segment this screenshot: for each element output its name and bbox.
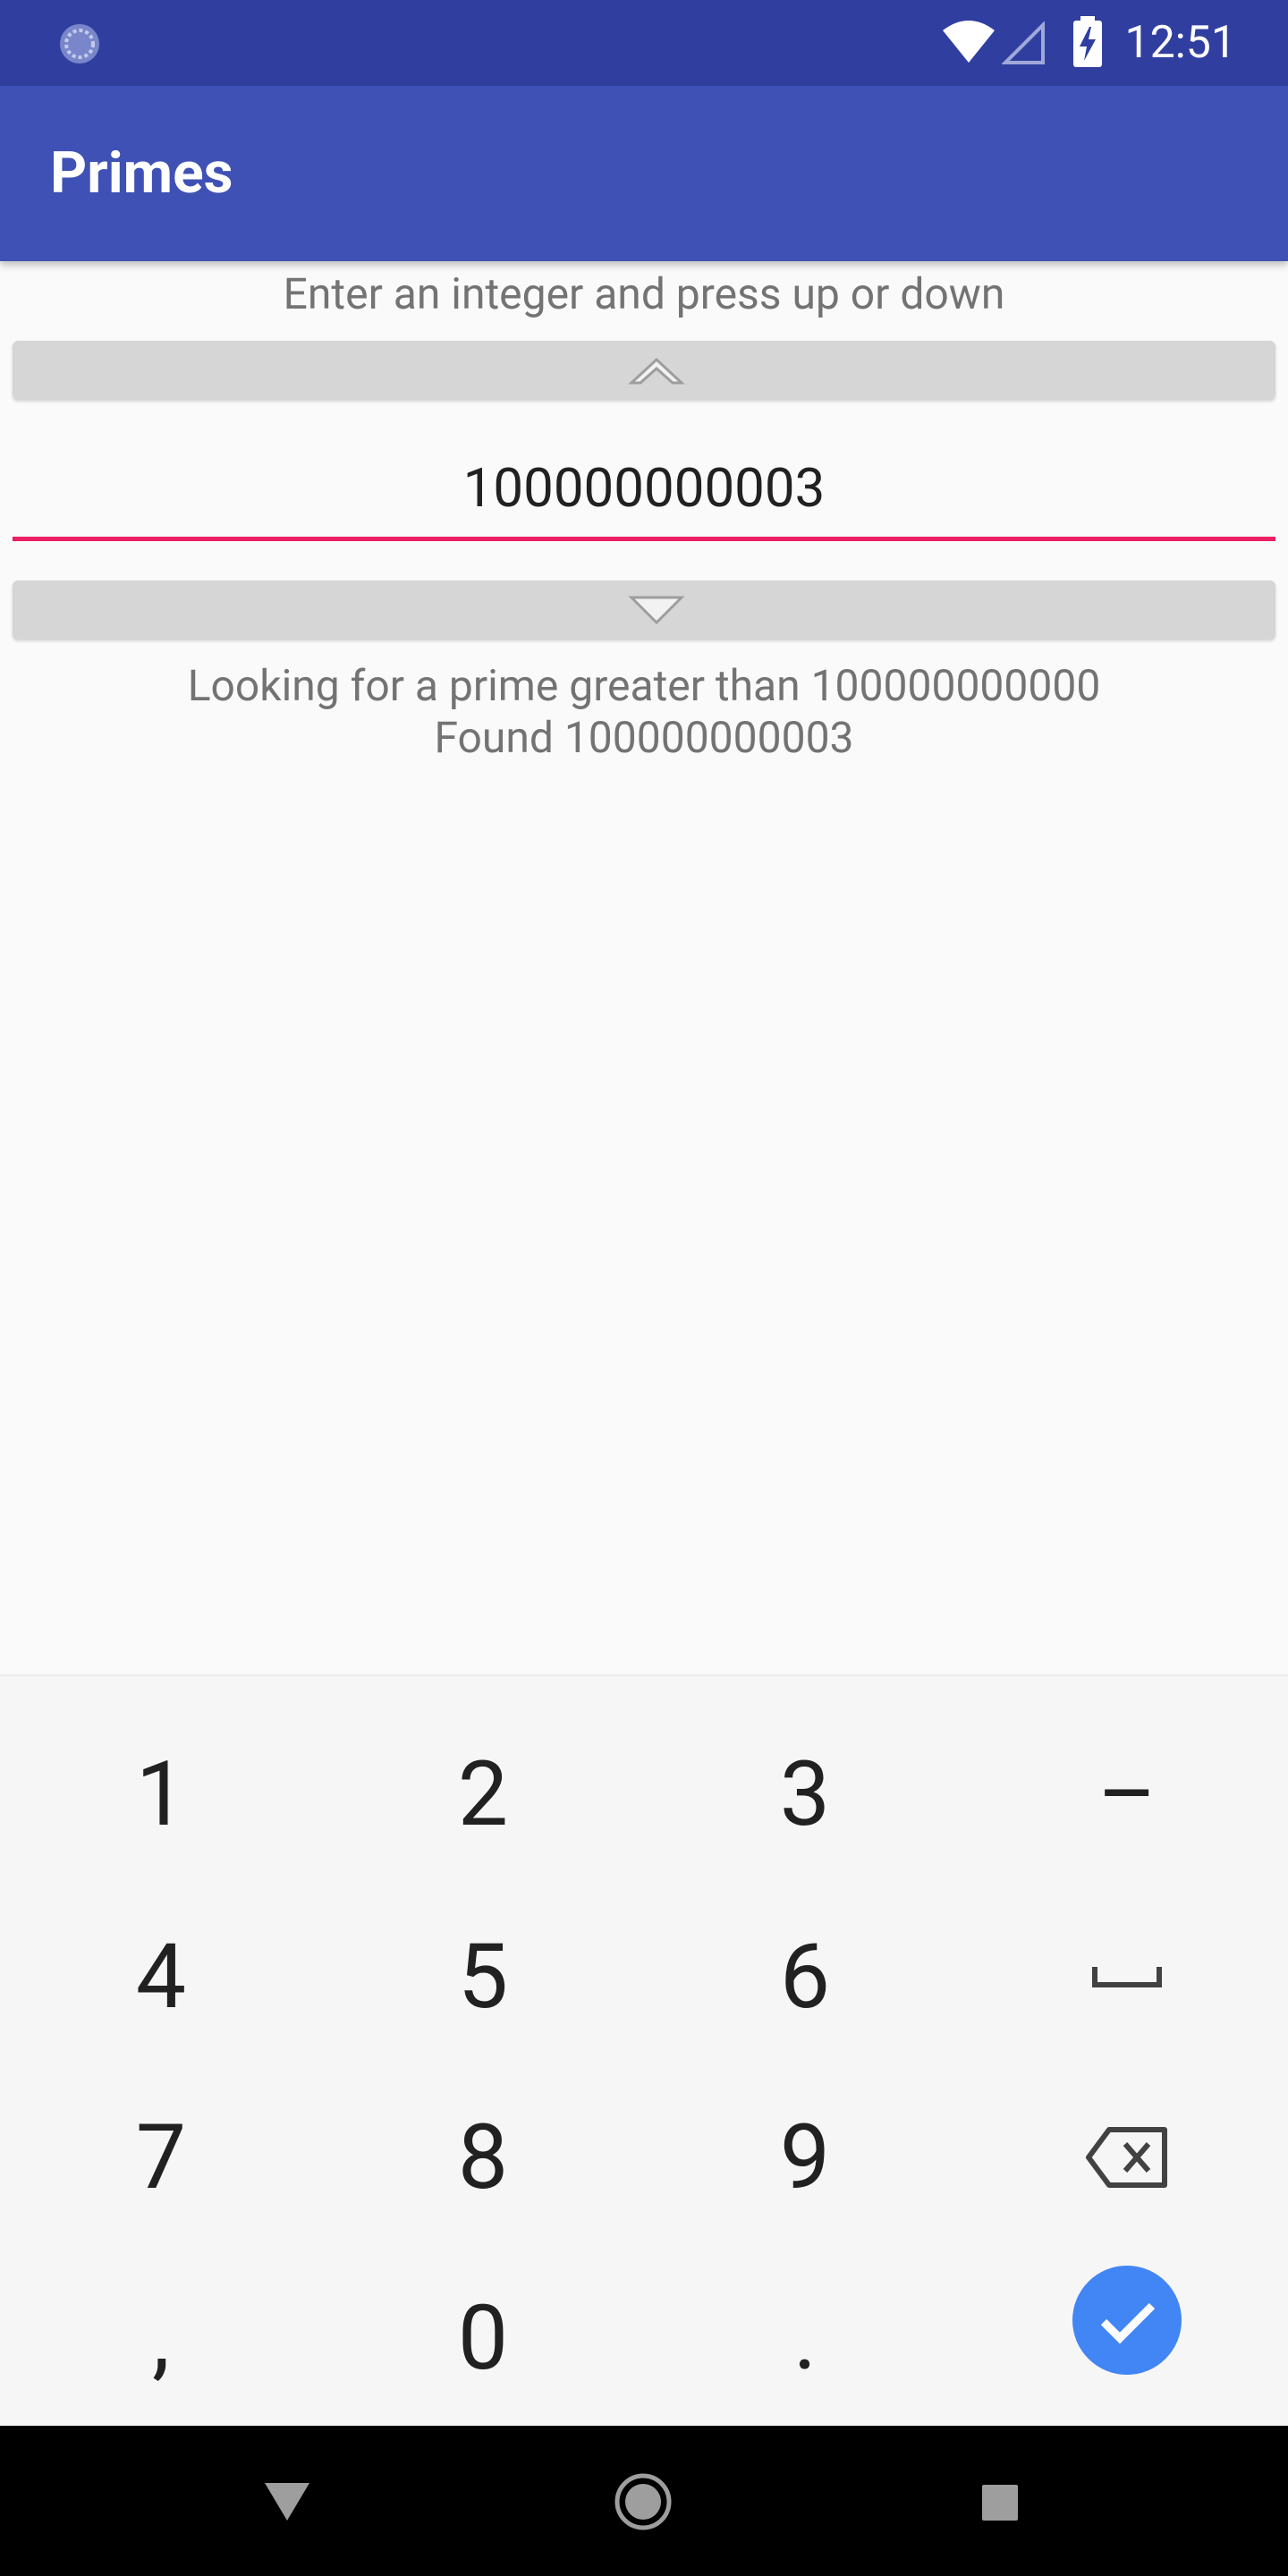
key-done[interactable] [966,2231,1288,2410]
wifi-icon [943,21,995,63]
key-9[interactable]: 9 [644,2068,966,2247]
cell-signal-icon [1002,21,1045,64]
chevron-up-icon [628,357,685,385]
key-7[interactable]: 7 [0,2068,322,2247]
key-1[interactable]: 1 [0,1705,322,1884]
search-status-line: Looking for a prime greater than 1000000… [187,660,1101,711]
numeric-keyboard: 1 2 3 – 4 5 6 7 8 9 , 0 . [0,1674,1288,2428]
navigation-bar [0,2426,1288,2576]
home-icon[interactable] [614,2472,673,2531]
key-8[interactable]: 8 [322,2068,644,2247]
app-title: Primes [50,140,233,207]
up-button[interactable] [13,341,1275,400]
key-0[interactable]: 0 [322,2249,644,2428]
key-6[interactable]: 6 [644,1887,966,2066]
key-5[interactable]: 5 [322,1887,644,2066]
key-2[interactable]: 2 [322,1705,644,1884]
chevron-down-icon [628,596,685,625]
instruction-text: Enter an integer and press up or down [283,268,1005,319]
number-input[interactable] [13,438,1275,541]
down-button[interactable] [13,580,1275,640]
key-4[interactable]: 4 [0,1887,322,2066]
sync-icon [60,24,99,64]
key-period[interactable]: . [644,2249,966,2428]
key-comma[interactable]: , [0,2249,322,2428]
found-line: Found 100000000003 [434,712,854,763]
clock: 12:51 [1124,17,1236,69]
status-bar: 12:51 [0,0,1288,86]
key-space[interactable] [966,1887,1288,2066]
back-icon[interactable] [263,2479,311,2522]
app-bar: Primes [0,86,1288,261]
backspace-icon [1086,2127,1167,2188]
checkmark-icon [1072,2266,1182,2375]
recents-icon[interactable] [980,2483,1020,2522]
key-backspace[interactable] [966,2068,1288,2247]
key-minus[interactable]: – [966,1705,1288,1884]
key-3[interactable]: 3 [644,1705,966,1884]
result-text: Looking for a prime greater than 1000000… [0,660,1288,764]
space-icon [1092,1967,1162,1987]
battery-charging-icon [1073,16,1102,67]
